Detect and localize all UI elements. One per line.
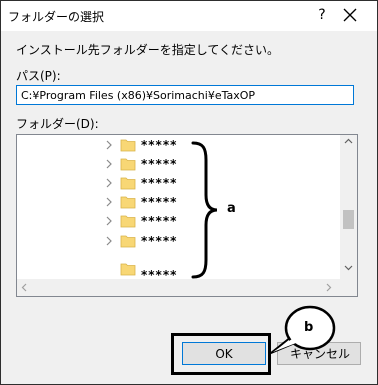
- folder-label: フォルダー(D):: [16, 117, 99, 131]
- folder-icon: [120, 262, 136, 276]
- tree-item[interactable]: *****: [17, 232, 340, 251]
- callout-bubble-b: [270, 305, 336, 354]
- vertical-scrollbar[interactable]: [340, 135, 357, 280]
- chevron-right-icon[interactable]: [104, 158, 114, 170]
- scroll-right-icon[interactable]: [326, 283, 332, 292]
- tree-item[interactable]: *****: [17, 174, 340, 193]
- scroll-thumb[interactable]: [343, 210, 354, 229]
- folder-select-dialog: フォルダーの選択 ? インストール先フォルダーを指定してください。 パス(P):…: [0, 0, 378, 385]
- scroll-left-icon[interactable]: [21, 283, 27, 292]
- dialog-title: フォルダーの選択: [8, 10, 105, 24]
- title-bar: フォルダーの選択 ?: [1, 1, 377, 31]
- path-label: パス(P):: [16, 69, 61, 83]
- tree-item-label: *****: [141, 138, 178, 152]
- chevron-right-icon[interactable]: [104, 139, 114, 151]
- callout-label-b: b: [304, 320, 314, 335]
- chevron-right-icon[interactable]: [104, 196, 114, 208]
- folder-tree[interactable]: ***** ***** ***** ***** ***** ***** ****…: [16, 134, 358, 297]
- instruction-text: インストール先フォルダーを指定してください。: [16, 43, 280, 57]
- tree-item-label: *****: [141, 176, 178, 190]
- tree-item[interactable]: *****: [17, 212, 340, 231]
- horizontal-scrollbar[interactable]: [17, 279, 340, 296]
- path-input[interactable]: [16, 85, 354, 105]
- chevron-right-icon[interactable]: [104, 215, 114, 227]
- scrollbar-corner: [340, 279, 357, 296]
- chevron-right-icon[interactable]: [104, 235, 114, 247]
- folder-icon: [120, 138, 136, 152]
- tree-item-label: *****: [141, 195, 178, 209]
- tree-item[interactable]: *****: [17, 136, 340, 155]
- close-button[interactable]: [341, 6, 359, 24]
- brace-annotation: [191, 141, 218, 279]
- tree-item[interactable]: *****: [17, 193, 340, 212]
- help-button[interactable]: ?: [315, 7, 329, 23]
- ok-highlight-box: [171, 333, 271, 375]
- scroll-down-icon[interactable]: [344, 265, 353, 271]
- tree-item-label: *****: [141, 214, 178, 228]
- callout-label-a: a: [227, 201, 236, 216]
- tree-item[interactable]: *****: [17, 155, 340, 174]
- folder-icon: [120, 214, 136, 228]
- scroll-up-icon[interactable]: [344, 138, 353, 144]
- tree-item-label: *****: [141, 157, 178, 171]
- chevron-right-icon[interactable]: [104, 177, 114, 189]
- close-icon: [343, 8, 357, 22]
- folder-icon: [120, 157, 136, 171]
- folder-icon: [120, 195, 136, 209]
- folder-icon: [120, 176, 136, 190]
- tree-item-label: *****: [141, 234, 178, 248]
- folder-icon: [120, 234, 136, 248]
